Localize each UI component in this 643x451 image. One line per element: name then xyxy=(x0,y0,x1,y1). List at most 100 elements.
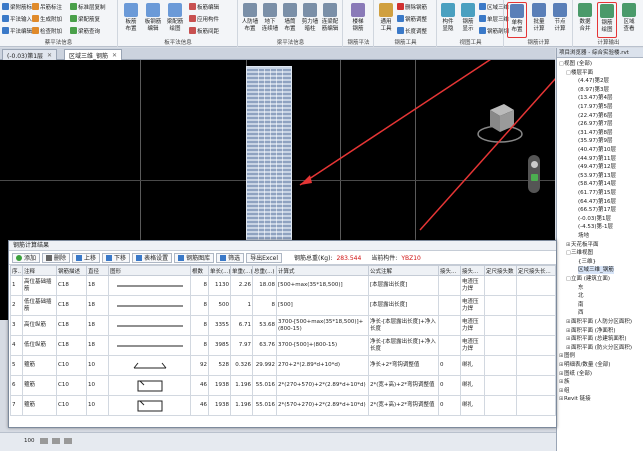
column-header[interactable]: 单重(...) xyxy=(230,265,253,276)
tab-region-3d[interactable]: 区域三维_钢筋 ✕ xyxy=(64,49,123,60)
tree-item[interactable]: (35.97)第9层 xyxy=(573,137,613,145)
tree-item[interactable]: (31.47)第8层 xyxy=(573,129,613,137)
ribbon-small-0-0[interactable]: 梁附筋标 xyxy=(2,2,32,11)
tree-item[interactable]: (26.97)第7层 xyxy=(573,120,613,128)
tree-item[interactable]: (44.97)第11层 xyxy=(573,155,616,163)
table-row[interactable]: 6 箍筋 C10 10 46 1938 1.196 55.016 2*(270+570)+2*(… xyxy=(10,375,556,396)
column-header[interactable]: 序.. xyxy=(10,265,23,276)
sun-icon[interactable] xyxy=(64,438,72,444)
ribbon-small-0-1[interactable]: 平法编辑 xyxy=(2,26,32,35)
tree-item[interactable]: 南 xyxy=(573,301,584,309)
ribbon-small-1-2[interactable]: 板筋间距 xyxy=(189,26,219,35)
slab-edit-button[interactable]: 板钢筋 编辑 xyxy=(143,2,163,38)
column-header[interactable]: 计算式 xyxy=(276,265,369,276)
column-header[interactable]: 图形 xyxy=(108,265,191,276)
column-header[interactable]: 根数 xyxy=(190,265,209,276)
tree-item[interactable]: (13.47)第4层 xyxy=(573,94,613,102)
tree-item[interactable]: ⊞ Revit 链接 xyxy=(559,395,591,403)
diaphragm-wall-button[interactable]: 地下 连续墙 xyxy=(260,2,280,38)
move-down-button[interactable]: 下移 xyxy=(102,252,131,263)
tree-item[interactable]: 东 xyxy=(573,284,584,292)
tree-item[interactable]: ⊞ 天花板平面 xyxy=(566,241,599,249)
ribbon-small-0-10[interactable]: 梁筋查询 xyxy=(70,26,100,35)
stair-rebar-button[interactable]: 楼梯 钢筋 xyxy=(348,2,368,38)
tree-item[interactable]: (8.97)第3层 xyxy=(573,86,609,94)
ribbon-small-1-0[interactable]: 板筋编辑 xyxy=(189,2,219,11)
tree-item[interactable]: 区域三维_钢筋 xyxy=(573,266,614,275)
tree-item[interactable]: □ 立面 (建筑立面) xyxy=(566,275,610,283)
ribbon-small-0-2[interactable]: 平法输入 xyxy=(2,14,32,23)
node-calc-button[interactable]: 节点 计算 xyxy=(550,2,570,38)
tree-item[interactable]: 北 xyxy=(573,292,584,300)
ribbon-small-0-6[interactable]: 标准层复制 xyxy=(70,2,106,11)
ribbon-small-4-2[interactable]: 长度调整 xyxy=(397,26,427,35)
shear-wall-button[interactable]: 剪力墙 暗柱 xyxy=(300,2,320,38)
member-visibility-button[interactable]: 构件 显隐 xyxy=(438,2,458,38)
general-tools-button[interactable]: 通用 工具 xyxy=(376,2,396,38)
export-excel-button[interactable]: 导出Excel xyxy=(246,252,283,263)
slab-rebar-button[interactable]: 板筋 布置 xyxy=(121,2,141,38)
filter-button[interactable]: 筛选 xyxy=(216,252,245,263)
table-row[interactable]: 1 高位基础插筋 C18 18 8 1130 2.26 18.08 [500+max(35*18… xyxy=(10,275,556,296)
tree-item[interactable]: ⊞ 图纸 (全部) xyxy=(559,370,592,378)
tree-item[interactable]: □ 视图 (全部) xyxy=(559,60,592,68)
rebar-drawing-button[interactable]: 钢筋 绘图 xyxy=(597,2,617,38)
tree-item[interactable]: {三维} xyxy=(573,258,596,266)
tree-item[interactable]: (40.47)第10层 xyxy=(573,146,616,154)
data-merge-button[interactable]: 数据 合并 xyxy=(575,2,595,38)
beam-draw-button[interactable]: 梁配筋 绘图 xyxy=(165,2,185,38)
tree-item[interactable]: (-4.53)第-1层 xyxy=(573,223,613,231)
close-icon[interactable]: ✕ xyxy=(112,52,117,59)
column-header[interactable]: 直径 xyxy=(86,265,109,276)
move-up-button[interactable]: 上移 xyxy=(72,252,101,263)
ribbon-small-0-3[interactable]: 吊筋标注 xyxy=(32,2,62,11)
detail-level-icon[interactable] xyxy=(40,438,48,444)
table-row[interactable]: 5 箍筋 C10 10 92 528 0.326 29.992 270+2*(2.89*d+10… xyxy=(10,355,556,376)
tree-item[interactable]: ⊞ 明细表/数量 (全部) xyxy=(559,361,610,369)
rebar-library-button[interactable]: 钢筋图库 xyxy=(174,252,215,263)
column-header[interactable]: 钢筋描述 xyxy=(56,265,87,276)
column-header[interactable]: 公式注解 xyxy=(368,265,439,276)
close-icon[interactable]: ✕ xyxy=(47,52,52,59)
tree-item[interactable]: (22.47)第6层 xyxy=(573,112,613,120)
tree-item[interactable]: (66.57)第17层 xyxy=(573,206,616,214)
table-row[interactable]: 7 箍筋 C10 10 46 1938 1.196 55.016 2*(570+270)+2*(… xyxy=(10,395,556,416)
tree-item[interactable]: (64.47)第16层 xyxy=(573,198,616,206)
table-row[interactable]: 3 高位纵筋 C18 18 8 3355 6.71 53.68 3700-[500+max(35… xyxy=(10,315,556,336)
column-header[interactable]: 定尺接头长... xyxy=(516,265,556,276)
wall-tube-button[interactable]: 墙筒 布置 xyxy=(280,2,300,38)
tree-item[interactable]: (61.77)第15层 xyxy=(573,189,616,197)
tab-floor-1[interactable]: (-0.03)第1层 ✕ xyxy=(2,49,58,60)
table-settings-button[interactable]: 表格设置 xyxy=(132,252,173,263)
tree-item[interactable]: 场地 xyxy=(573,232,589,240)
rebar-display-button[interactable]: 钢筋 显示 xyxy=(458,2,478,38)
column-header[interactable]: 单长(...) xyxy=(208,265,231,276)
batch-calc-button[interactable]: 批量 计算 xyxy=(529,2,549,38)
tree-item[interactable]: (4.47)第2层 xyxy=(573,77,609,85)
single-member-calc-button[interactable]: 单构 布置 xyxy=(507,2,527,38)
table-row[interactable]: 2 低位基础插筋 C18 18 8 500 1 8 [500] [本层露出长度] 电渣压力焊 xyxy=(10,295,556,316)
tree-item[interactable]: (53.97)第13层 xyxy=(573,172,616,180)
tree-item[interactable]: □ 三维视图 xyxy=(566,249,593,257)
table-row[interactable]: 4 低位纵筋 C18 18 8 3985 7.97 63.76 3700-[500]+(800-… xyxy=(10,335,556,356)
tree-item[interactable]: ⊞ 面积平面 (总建筑面积) xyxy=(566,335,627,343)
tree-item[interactable]: ⊞ 面积平面 (人防分区面积) xyxy=(566,318,632,326)
ribbon-small-0-5[interactable]: 检查附加 xyxy=(32,26,62,35)
ribbon-small-1-1[interactable]: 应用构件 xyxy=(189,14,219,23)
tree-item[interactable]: ⊞ 族 xyxy=(559,378,570,386)
column-header[interactable]: 接头... xyxy=(460,265,485,276)
ribbon-small-4-1[interactable]: 钢筋调整 xyxy=(397,14,427,23)
add-button[interactable]: 添加 xyxy=(12,252,41,263)
tree-item[interactable]: 西 xyxy=(573,309,584,317)
ribbon-small-0-7[interactable]: 梁配筋复 xyxy=(70,14,100,23)
ribbon-small-4-0[interactable]: 删除钢筋 xyxy=(397,2,427,11)
tree-item[interactable]: (49.47)第12层 xyxy=(573,163,616,171)
tree-item[interactable]: ⊞ 图例 xyxy=(559,352,575,360)
tree-item[interactable]: ⊞ 面积平面 (净面积) xyxy=(566,327,616,335)
tree-item[interactable]: (17.97)第5层 xyxy=(573,103,613,111)
civil-wall-button[interactable]: 人防墙 布置 xyxy=(240,2,260,38)
tree-item[interactable]: (58.47)第14层 xyxy=(573,180,616,188)
delete-button[interactable]: 删除 xyxy=(42,252,71,263)
column-header[interactable]: 注释 xyxy=(22,265,57,276)
region-view-button[interactable]: 区域 查看 xyxy=(619,2,639,38)
